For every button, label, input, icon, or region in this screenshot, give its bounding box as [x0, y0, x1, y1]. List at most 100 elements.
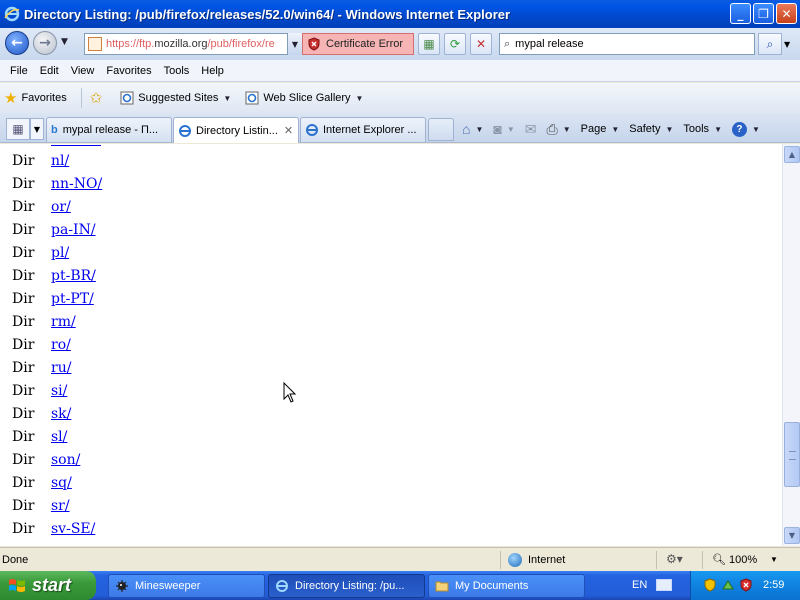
taskbar-item-directory-listing[interactable]: Directory Listing: /pu... — [268, 574, 425, 598]
directory-link[interactable]: sq/ — [51, 475, 72, 491]
entry-type: Dir — [12, 406, 35, 422]
compatibility-icon: ▦ — [423, 37, 435, 51]
add-to-favorites-button[interactable]: ✩ — [90, 89, 107, 107]
language-indicator[interactable]: EN — [632, 579, 647, 591]
web-slice-gallery-button[interactable]: Web Slice Gallery ▼ — [245, 91, 363, 105]
compatibility-view-button[interactable]: ▦ — [418, 33, 440, 55]
security-alert-icon[interactable] — [739, 578, 753, 592]
scroll-thumb[interactable] — [784, 422, 800, 487]
directory-link[interactable]: ro/ — [51, 337, 71, 353]
entry-type: Dir — [12, 383, 35, 399]
menu-favorites[interactable]: Favorites — [100, 63, 157, 79]
read-mail-button[interactable]: ✉ — [525, 121, 537, 138]
add-favorite-icon: ✩ — [89, 90, 103, 107]
mail-icon: ✉ — [524, 120, 537, 137]
print-button[interactable]: ⎙ ▼ — [547, 121, 571, 138]
favorites-button[interactable]: ★ Favorites — [4, 89, 67, 107]
safety-menu[interactable]: Safety ▼ — [629, 123, 673, 135]
directory-link[interactable]: sl/ — [51, 429, 67, 445]
vertical-scrollbar[interactable]: ▲ ▼ — [782, 144, 800, 546]
recent-pages-dropdown[interactable]: ▼ — [61, 37, 68, 47]
taskbar-item-my-documents[interactable]: My Documents — [428, 574, 585, 598]
print-dropdown-icon: ▼ — [562, 124, 571, 134]
home-button[interactable]: ⌂ ▼ — [462, 121, 483, 137]
feeds-button[interactable]: ◙ ▼ — [493, 121, 514, 137]
taskbar-item-minesweeper[interactable]: Minesweeper — [108, 574, 265, 598]
menu-help[interactable]: Help — [195, 63, 230, 79]
entry-type: Dir — [12, 475, 35, 491]
forward-button[interactable]: → — [33, 31, 57, 55]
suggested-sites-button[interactable]: Suggested Sites ▼ — [120, 91, 231, 105]
zoom-value: 100% — [729, 554, 758, 566]
address-dropdown[interactable]: ▼ — [287, 33, 302, 55]
new-tab-button[interactable] — [428, 118, 454, 141]
scroll-up-button[interactable]: ▲ — [784, 146, 800, 163]
entry-type: Dir — [12, 498, 35, 514]
zoom-level[interactable]: 🔍︎ 100% — [712, 553, 757, 566]
directory-link[interactable]: pt-BR/ — [51, 268, 96, 284]
security-shield-icon[interactable] — [703, 578, 717, 592]
security-zone[interactable]: Internet — [508, 553, 565, 567]
window-title: Directory Listing: /pub/firefox/releases… — [24, 6, 511, 22]
directory-link[interactable]: ru/ — [51, 360, 71, 376]
directory-link[interactable]: pa-IN/ — [51, 222, 96, 238]
ie-logo-icon — [4, 6, 20, 22]
search-options-dropdown[interactable]: ▼ — [784, 40, 790, 49]
stop-button[interactable]: ✕ — [470, 33, 492, 55]
windows-flag-icon — [9, 578, 25, 592]
keyboard-icon[interactable] — [656, 579, 672, 591]
directory-link[interactable]: rm/ — [51, 314, 76, 330]
list-item: Dir pt-PT/ — [0, 289, 300, 312]
maximize-button[interactable]: ❐ — [753, 3, 774, 24]
directory-link[interactable]: sk/ — [51, 406, 71, 422]
certificate-error-button[interactable]: Certificate Error — [302, 33, 414, 55]
minimize-button[interactable]: _ — [730, 3, 751, 24]
help-button[interactable]: ? ▼ — [731, 121, 760, 137]
menu-file[interactable]: File — [4, 63, 34, 79]
tab-list-dropdown[interactable]: ▼ — [30, 118, 44, 140]
search-input[interactable]: ⌕ mypal release — [499, 33, 755, 55]
directory-link[interactable]: sr/ — [51, 498, 70, 514]
directory-link[interactable]: sv-SE/ — [51, 521, 95, 537]
tab-directory-listing[interactable]: Directory Listin... ✕ — [173, 117, 299, 143]
menu-bar: File Edit View Favorites Tools Help — [0, 60, 800, 82]
entry-type: Dir — [12, 199, 35, 215]
entry-type: Dir — [12, 337, 35, 353]
menu-view[interactable]: View — [65, 63, 101, 79]
ie-icon — [276, 580, 288, 592]
directory-link[interactable]: nl/ — [51, 153, 69, 169]
clock[interactable]: 2:59 — [763, 579, 784, 591]
scroll-down-button[interactable]: ▼ — [784, 527, 800, 544]
start-button[interactable]: start — [0, 571, 96, 600]
close-button[interactable]: ✕ — [776, 3, 797, 24]
entry-type: Dir — [12, 222, 35, 238]
address-bar[interactable]: https://ftp.mozilla.org/pub/firefox/re — [84, 33, 302, 55]
close-tab-icon[interactable]: ✕ — [284, 124, 293, 137]
partial-link-above[interactable] — [51, 144, 101, 146]
search-button[interactable]: ⌕ — [758, 33, 782, 55]
tab-internet-explorer[interactable]: Internet Explorer ... — [300, 117, 426, 142]
directory-link[interactable]: nn-NO/ — [51, 176, 102, 192]
menu-edit[interactable]: Edit — [34, 63, 65, 79]
directory-link[interactable]: son/ — [51, 452, 80, 468]
menu-tools[interactable]: Tools — [158, 63, 196, 79]
directory-link[interactable]: pl/ — [51, 245, 69, 261]
directory-link[interactable]: or/ — [51, 199, 71, 215]
refresh-button[interactable]: ⟳ — [444, 33, 466, 55]
entry-type: Dir — [12, 452, 35, 468]
tab-label: Directory Listin... — [196, 124, 278, 137]
tab-mypal-release[interactable]: b mypal release - П... — [46, 117, 172, 142]
back-button[interactable]: ← — [5, 31, 29, 55]
taskbar: start Minesweeper Directory Listing: /pu… — [0, 571, 800, 600]
entry-type: Dir — [12, 429, 35, 445]
protected-mode-icon[interactable]: ⚙▾ — [666, 552, 683, 566]
network-icon[interactable] — [721, 578, 735, 592]
magnifier-icon: ⌕ — [766, 36, 774, 51]
search-icon: ⌕ — [504, 37, 511, 50]
tools-menu[interactable]: Tools ▼ — [683, 123, 722, 135]
directory-link[interactable]: pt-PT/ — [51, 291, 94, 307]
quick-tabs-button[interactable]: ▦ — [6, 118, 30, 140]
directory-link[interactable]: si/ — [51, 383, 67, 399]
zoom-dropdown-icon[interactable]: ▼ — [770, 555, 778, 564]
page-menu[interactable]: Page ▼ — [581, 123, 620, 135]
